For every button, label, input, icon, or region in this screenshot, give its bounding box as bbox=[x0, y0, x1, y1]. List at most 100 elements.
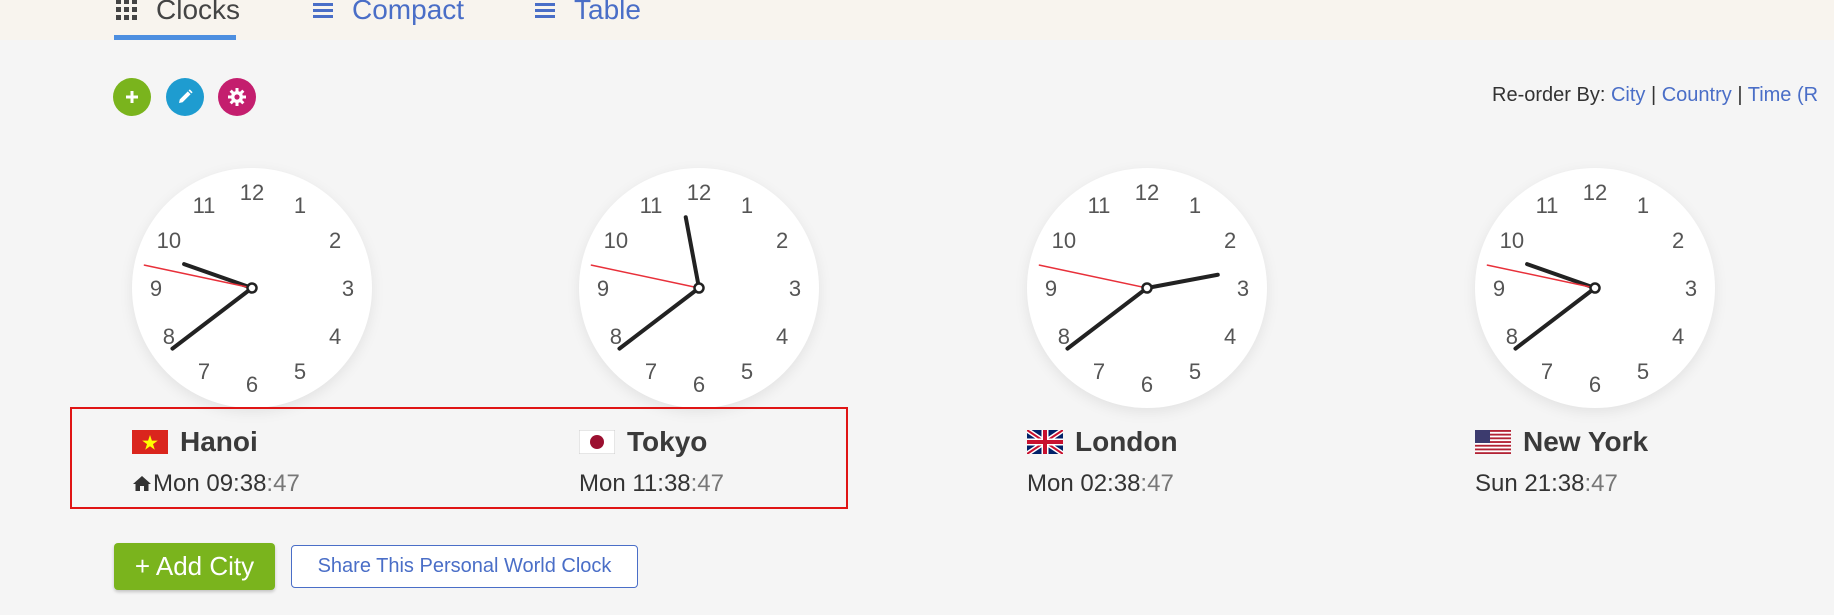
clock-dial: 121234567891011 bbox=[590, 180, 801, 397]
clock-numeral: 2 bbox=[1224, 228, 1236, 253]
clock-numeral: 12 bbox=[687, 180, 711, 205]
clock-numeral: 9 bbox=[1045, 276, 1057, 301]
clock-numeral: 12 bbox=[1583, 180, 1607, 205]
seconds: :47 bbox=[1584, 470, 1618, 497]
minute-hand bbox=[617, 286, 701, 351]
clock-numeral: 2 bbox=[1672, 228, 1684, 253]
clock-card-london[interactable]: 12 1 2 3 4 5 6 7 8 9 10 11 London Mon 02:38:47 bbox=[1009, 168, 1339, 508]
clock-numeral: 8 bbox=[1058, 324, 1070, 349]
minute-hand bbox=[1513, 286, 1597, 351]
tab-compact[interactable]: Compact bbox=[310, 0, 464, 30]
tab-table[interactable]: Table bbox=[532, 0, 641, 30]
clock-numeral: 11 bbox=[1536, 193, 1559, 218]
weekday: Sun bbox=[1475, 470, 1518, 497]
clock-numeral: 10 bbox=[1500, 228, 1524, 253]
local-time: Sun 21:38:47 bbox=[1475, 470, 1618, 498]
hours-minutes: 11:38 bbox=[632, 470, 691, 497]
local-time: Mon 11:38:47 bbox=[579, 470, 724, 498]
clock-numeral: 12 bbox=[1135, 180, 1159, 205]
clock-numeral: 11 bbox=[640, 193, 663, 218]
clock-numeral: 4 bbox=[1672, 324, 1684, 349]
edit-clocks-button[interactable] bbox=[166, 78, 204, 116]
clock-numeral: 1 bbox=[1189, 193, 1201, 218]
city-name: Tokyo bbox=[627, 426, 708, 457]
clock-numeral: 5 bbox=[741, 359, 753, 384]
hours-minutes: 21:38 bbox=[1524, 470, 1585, 497]
clock-numeral: 8 bbox=[610, 324, 622, 349]
clock-numeral: 4 bbox=[776, 324, 788, 349]
clock-numeral: 6 bbox=[246, 372, 258, 397]
clock-numeral: 1 bbox=[294, 193, 306, 218]
tab-clocks-label: Clocks bbox=[156, 0, 241, 25]
japan-flag-icon bbox=[579, 430, 615, 454]
tab-table-label: Table bbox=[574, 0, 641, 25]
clock-numeral: 10 bbox=[157, 228, 181, 253]
clock-card-hanoi[interactable]: 12 1 2 3 4 5 6 7 8 9 10 11 Hanoi Mon 09:38:47 bbox=[114, 168, 444, 508]
clock-dial: 121234567891011 bbox=[1038, 180, 1249, 397]
clock-card-new-york[interactable]: 12 1 2 3 4 5 6 7 8 9 10 11 New York Sun 21:38:47 bbox=[1457, 168, 1787, 508]
view-tabs: Clocks Compact Table bbox=[0, 0, 1834, 40]
add-clock-button[interactable] bbox=[113, 78, 151, 116]
share-world-clock-button[interactable]: Share This Personal World Clock bbox=[291, 545, 638, 588]
tab-compact-label: Compact bbox=[352, 0, 465, 25]
reorder-by-time-link[interactable]: Time bbox=[1748, 84, 1792, 106]
clock-numeral: 7 bbox=[645, 359, 657, 384]
clock-numeral: 1 bbox=[741, 193, 753, 218]
analog-clock: 12 1 2 3 4 5 6 7 8 9 10 11 bbox=[132, 168, 372, 408]
clock-numeral: 3 bbox=[1237, 276, 1249, 301]
clock-dial: 121234567891011 bbox=[1486, 180, 1697, 397]
city-name: Hanoi bbox=[180, 426, 258, 457]
reorder-label: Re-order By: bbox=[1492, 84, 1606, 106]
clock-numeral: 9 bbox=[1493, 276, 1505, 301]
seconds: :47 bbox=[266, 470, 300, 497]
hours-minutes: 02:38 bbox=[1080, 470, 1141, 497]
clock-card-tokyo[interactable]: 12 1 2 3 4 5 6 7 8 9 10 11 Tokyo Mon 11:38:47 bbox=[561, 168, 891, 508]
clock-numeral: 12 bbox=[240, 180, 264, 205]
clock-numeral: 5 bbox=[1189, 359, 1201, 384]
plus-icon bbox=[126, 91, 138, 103]
clock-numeral: 8 bbox=[1506, 324, 1518, 349]
tab-clocks[interactable]: Clocks bbox=[114, 0, 240, 30]
reorder-truncated-link[interactable]: (R bbox=[1797, 84, 1818, 106]
clock-numeral: 11 bbox=[1088, 193, 1111, 218]
reorder-by-country-link[interactable]: Country bbox=[1662, 84, 1732, 106]
clock-numeral: 9 bbox=[597, 276, 609, 301]
city-name: New York bbox=[1523, 426, 1649, 457]
clock-numeral: 3 bbox=[1685, 276, 1697, 301]
clock-numeral: 1 bbox=[1637, 193, 1649, 218]
clock-center-pin bbox=[1141, 282, 1153, 294]
local-time: Mon 09:38:47 bbox=[132, 470, 300, 498]
list-icon bbox=[535, 3, 555, 18]
clock-numeral: 6 bbox=[693, 372, 705, 397]
minute-hand bbox=[170, 286, 254, 351]
active-tab-indicator bbox=[114, 35, 236, 40]
hour-hand bbox=[683, 215, 701, 290]
reorder-by-city-link[interactable]: City bbox=[1611, 84, 1645, 106]
clock-numeral: 3 bbox=[342, 276, 354, 301]
weekday: Mon bbox=[579, 470, 626, 497]
reorder-separator: | bbox=[1650, 84, 1657, 106]
home-icon bbox=[133, 476, 151, 491]
weekday: Mon bbox=[1027, 470, 1074, 497]
clock-center-pin bbox=[1589, 282, 1601, 294]
clock-numeral: 10 bbox=[1052, 228, 1076, 253]
analog-clock: 12 1 2 3 4 5 6 7 8 9 10 11 bbox=[1027, 168, 1267, 408]
clock-center-pin bbox=[693, 282, 705, 294]
clock-numeral: 5 bbox=[294, 359, 306, 384]
add-city-button[interactable]: + Add City bbox=[114, 543, 275, 590]
seconds: :47 bbox=[1140, 470, 1174, 497]
clock-numeral: 3 bbox=[789, 276, 801, 301]
clock-numeral: 8 bbox=[163, 324, 175, 349]
minute-hand bbox=[1065, 286, 1149, 351]
local-time: Mon 02:38:47 bbox=[1027, 470, 1174, 498]
hour-hand bbox=[1145, 272, 1220, 290]
gear-icon bbox=[228, 88, 246, 106]
settings-button[interactable] bbox=[218, 78, 256, 116]
vietnam-flag-icon bbox=[132, 430, 168, 454]
clock-numeral: 2 bbox=[329, 228, 341, 253]
clock-numeral: 7 bbox=[1541, 359, 1553, 384]
hours-minutes: 09:38 bbox=[206, 470, 267, 497]
clock-numeral: 7 bbox=[198, 359, 210, 384]
city-name: London bbox=[1075, 426, 1178, 457]
clock-numeral: 11 bbox=[193, 193, 216, 218]
